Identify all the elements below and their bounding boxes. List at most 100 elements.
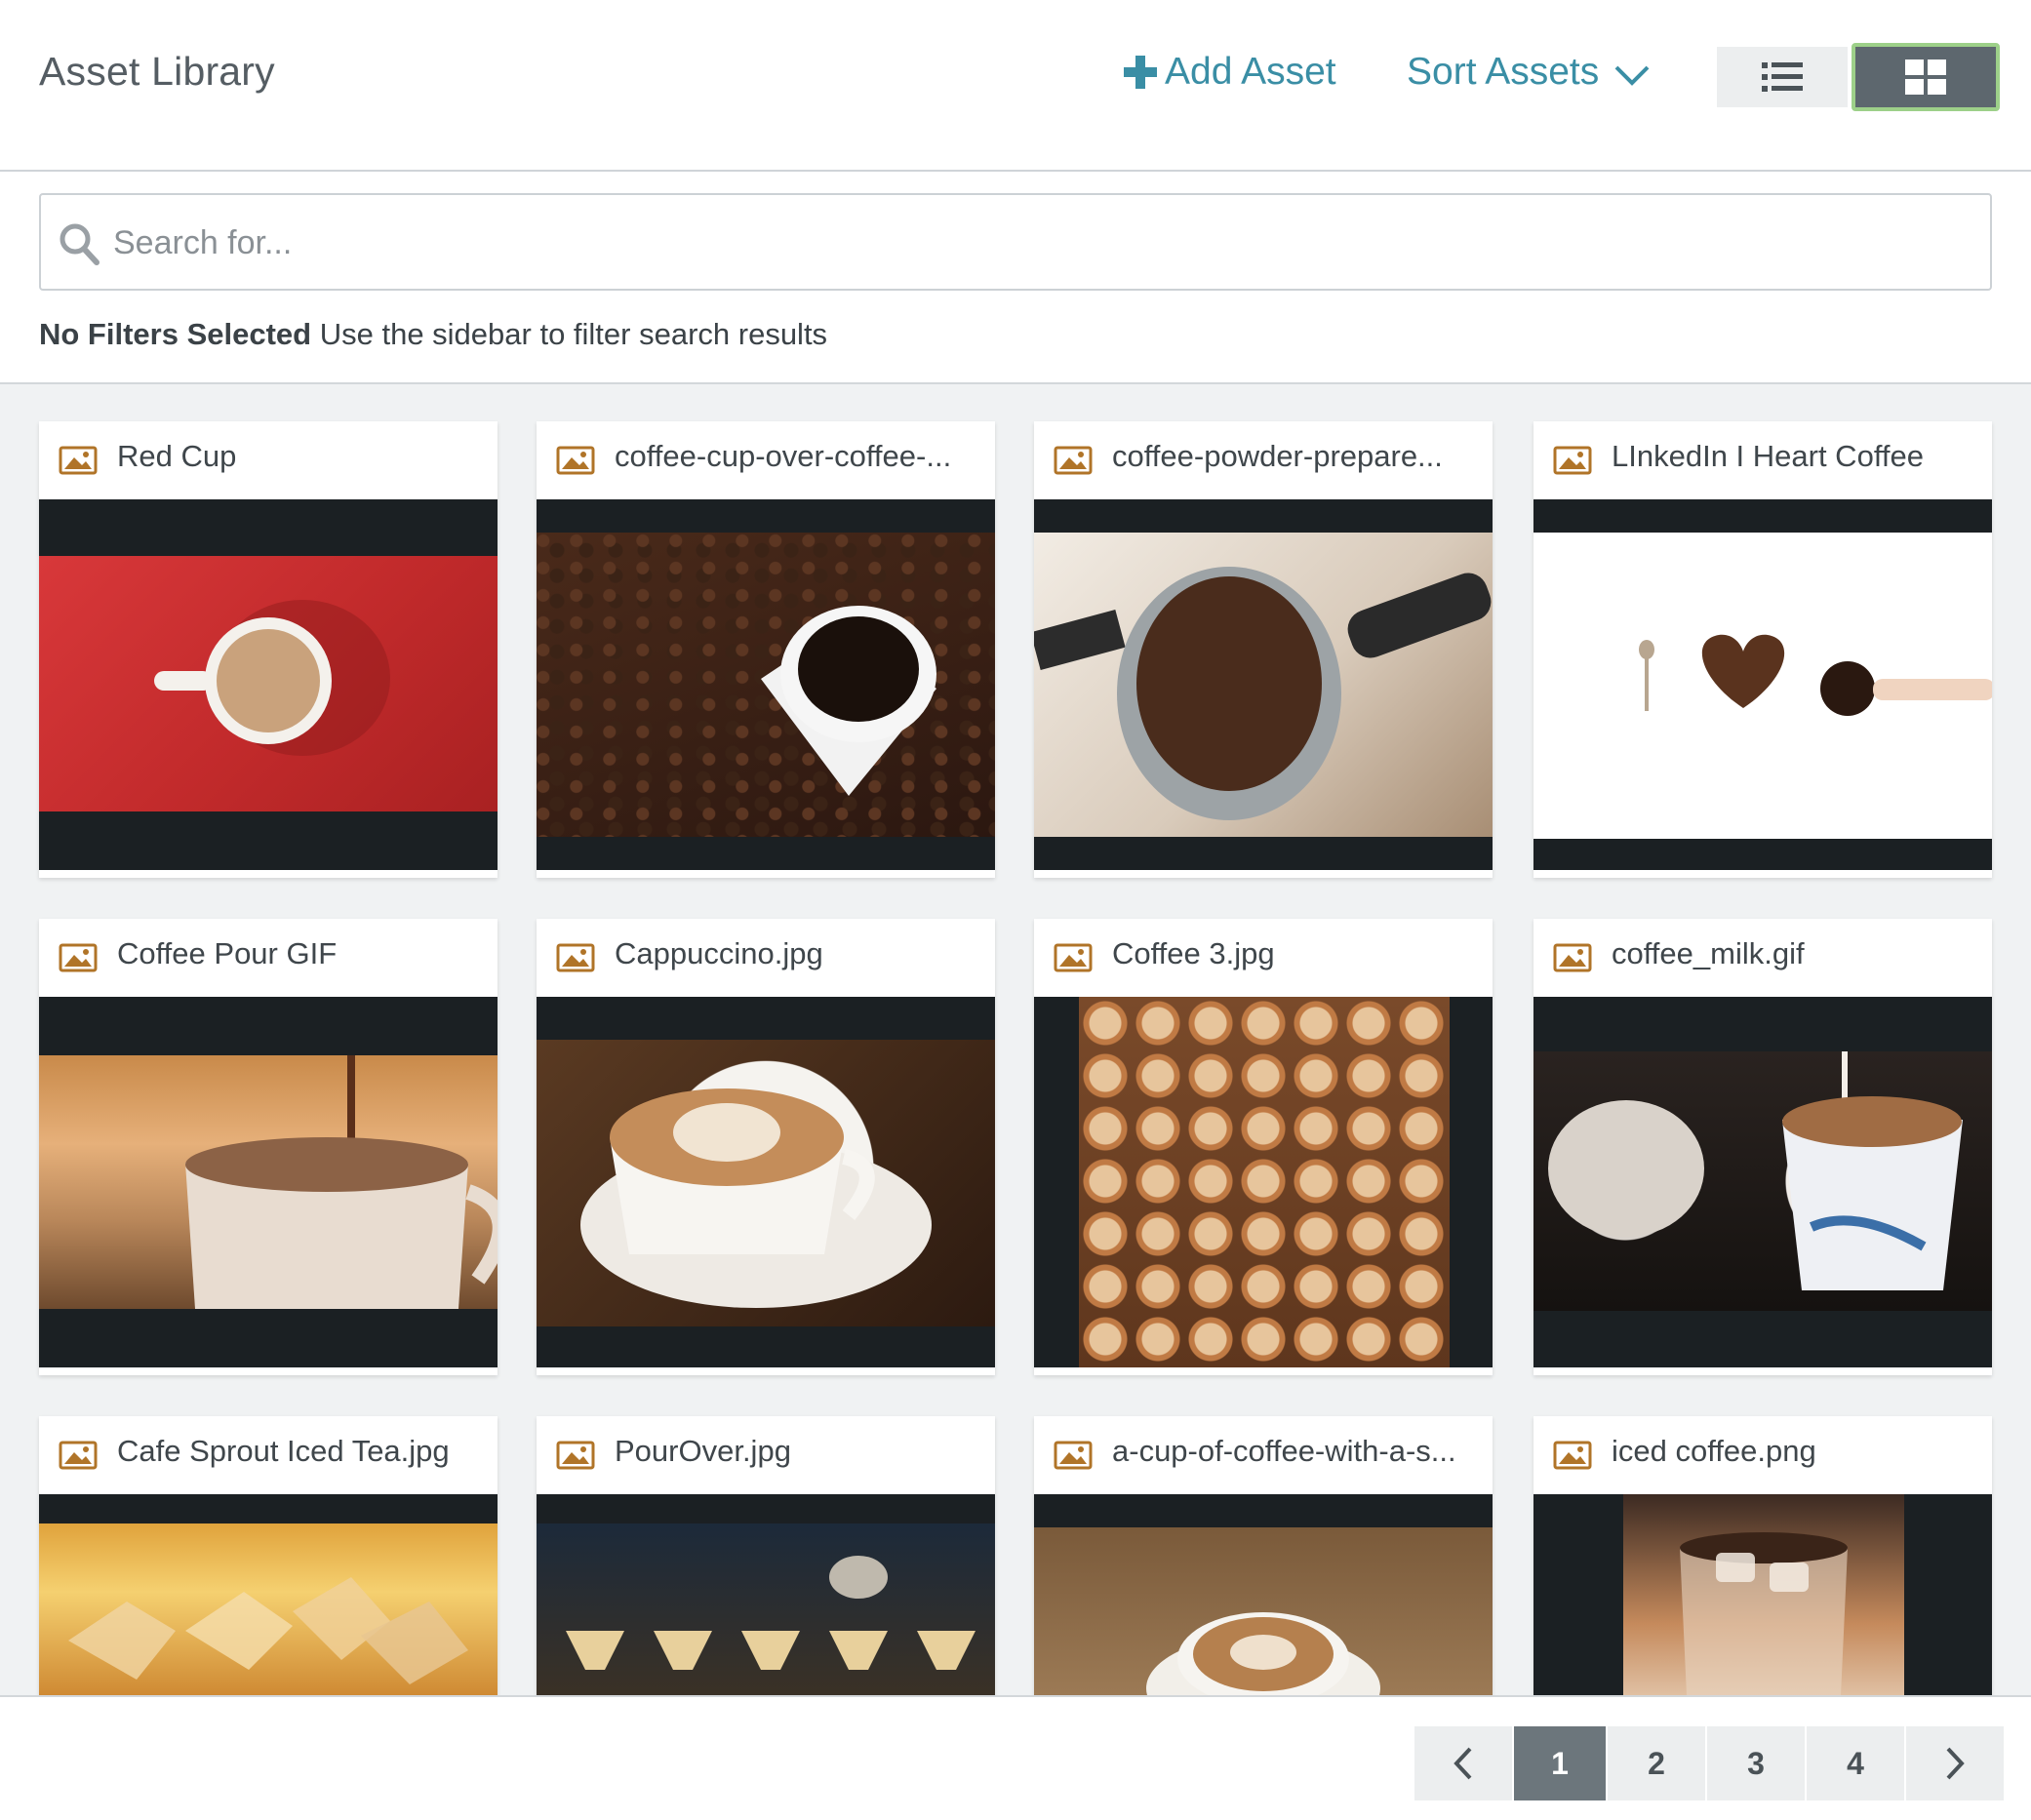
asset-thumbnail — [1533, 1494, 1992, 1695]
asset-title: a-cup-of-coffee-with-a-s... — [1112, 1434, 1456, 1468]
asset-card-header: Coffee Pour GIF — [39, 919, 498, 997]
asset-card[interactable]: LInkedIn I Heart Coffee — [1533, 421, 1992, 878]
image-icon — [556, 1441, 595, 1470]
header-bar: Asset Library Add Asset Sort Assets — [0, 0, 2031, 172]
thumbnail-image — [537, 1040, 995, 1326]
asset-card-header: Cafe Sprout Iced Tea.jpg — [39, 1416, 498, 1494]
asset-thumbnail — [537, 499, 995, 870]
page-button-1[interactable]: 1 — [1514, 1726, 1606, 1800]
asset-card-header: Cappuccino.jpg — [537, 919, 995, 997]
next-page-button[interactable] — [1906, 1726, 2004, 1800]
asset-title: LInkedIn I Heart Coffee — [1612, 439, 1924, 473]
asset-title: Cappuccino.jpg — [615, 936, 823, 970]
thumbnail-image — [1034, 1527, 1493, 1695]
asset-thumbnail — [537, 1494, 995, 1695]
thumbnail-image — [1533, 1051, 1992, 1311]
page-title: Asset Library — [39, 49, 275, 94]
asset-title: coffee-cup-over-coffee-... — [615, 439, 952, 473]
sort-assets-label: Sort Assets — [1407, 51, 1600, 93]
asset-title: Cafe Sprout Iced Tea.jpg — [117, 1434, 450, 1468]
asset-card-header: coffee-cup-over-coffee-... — [537, 421, 995, 499]
asset-card[interactable]: coffee_milk.gif — [1533, 919, 1992, 1375]
asset-card[interactable]: Coffee 3.jpg — [1034, 919, 1493, 1375]
asset-card[interactable]: coffee-cup-over-coffee-... — [537, 421, 995, 878]
asset-card[interactable]: coffee-powder-prepare... — [1034, 421, 1493, 878]
asset-thumbnail — [1533, 997, 1992, 1367]
portafilter-illustration — [1034, 567, 1492, 820]
image-icon — [1054, 446, 1093, 475]
list-view-button[interactable] — [1717, 47, 1848, 107]
asset-card[interactable]: Cafe Sprout Iced Tea.jpg — [39, 1416, 498, 1695]
footer-bar: 1 2 3 4 — [0, 1695, 2031, 1820]
coffee-cup-illustration — [761, 606, 936, 796]
grid-view-button[interactable] — [1852, 43, 2000, 111]
asset-card-header: a-cup-of-coffee-with-a-s... — [1034, 1416, 1493, 1494]
chevron-left-icon — [1454, 1747, 1472, 1780]
heart-coffee-illustration — [1639, 634, 1992, 716]
search-box — [39, 193, 1992, 291]
thumbnail-image — [39, 556, 498, 811]
red-cup-illustration — [154, 600, 390, 756]
cappuccino-illustration — [580, 1088, 932, 1308]
coffee-milk-illustration — [1548, 1051, 1963, 1290]
image-icon — [59, 446, 98, 475]
thumbnail-image — [1079, 997, 1450, 1367]
asset-card[interactable]: a-cup-of-coffee-with-a-s... — [1034, 1416, 1493, 1695]
filter-status-hint: Use the sidebar to filter search results — [319, 317, 828, 351]
asset-card[interactable]: Cappuccino.jpg — [537, 919, 995, 1375]
asset-grid: Red Cup coffee-cup-over-coffee-... coffe… — [0, 384, 2031, 1695]
image-icon — [1553, 943, 1592, 972]
asset-card-header: coffee-powder-prepare... — [1034, 421, 1493, 499]
asset-card-header: Coffee 3.jpg — [1034, 919, 1493, 997]
thumbnail-image — [537, 1523, 995, 1695]
pagination: 1 2 3 4 — [1414, 1726, 2006, 1800]
page-button-4[interactable]: 4 — [1807, 1726, 1904, 1800]
asset-library-page: Asset Library Add Asset Sort Assets Sear… — [0, 0, 2031, 1820]
thumbnail-image — [537, 533, 995, 837]
prev-page-button[interactable] — [1414, 1726, 1512, 1800]
image-icon — [1054, 1441, 1093, 1470]
chevron-down-icon — [1614, 65, 1650, 86]
coffee-pour-illustration — [185, 1055, 498, 1309]
asset-card[interactable]: iced coffee.png — [1533, 1416, 1992, 1695]
asset-title: coffee_milk.gif — [1612, 936, 1805, 970]
asset-thumbnail — [39, 1494, 498, 1695]
asset-card[interactable]: Coffee Pour GIF — [39, 919, 498, 1375]
asset-card[interactable]: Red Cup — [39, 421, 498, 878]
filter-status-bold: No Filters Selected — [39, 317, 312, 351]
search-input[interactable] — [113, 217, 1967, 269]
image-icon — [1553, 446, 1592, 475]
asset-title: coffee-powder-prepare... — [1112, 439, 1443, 473]
chevron-right-icon — [1946, 1747, 1965, 1780]
asset-title: iced coffee.png — [1612, 1434, 1816, 1468]
add-asset-button[interactable]: Add Asset — [1122, 51, 1336, 94]
asset-title: Red Cup — [117, 439, 237, 473]
page-button-3[interactable]: 3 — [1707, 1726, 1805, 1800]
asset-thumbnail — [1034, 997, 1493, 1367]
add-asset-label: Add Asset — [1165, 51, 1336, 93]
image-icon — [59, 943, 98, 972]
asset-card[interactable]: PourOver.jpg — [537, 1416, 995, 1695]
image-icon — [556, 943, 595, 972]
thumbnail-image — [39, 1523, 498, 1695]
sort-assets-dropdown[interactable]: Sort Assets — [1407, 51, 1652, 94]
iced-coffee-illustration — [1680, 1532, 1848, 1695]
asset-thumbnail — [537, 997, 995, 1367]
page-button-2[interactable]: 2 — [1608, 1726, 1705, 1800]
thumbnail-image — [1623, 1494, 1904, 1695]
asset-thumbnail — [1034, 1494, 1493, 1695]
asset-card-header: LInkedIn I Heart Coffee — [1533, 421, 1992, 499]
thumbnail-image — [1533, 533, 1992, 839]
image-icon — [1054, 943, 1093, 972]
image-icon — [556, 446, 595, 475]
asset-card-header: coffee_milk.gif — [1533, 919, 1992, 997]
asset-card-header: Red Cup — [39, 421, 498, 499]
image-icon — [1553, 1441, 1592, 1470]
plus-icon — [1124, 56, 1157, 89]
iced-tea-illustration — [68, 1577, 468, 1684]
asset-title: PourOver.jpg — [615, 1434, 791, 1468]
grid-icon — [1905, 59, 1946, 95]
asset-thumbnail — [1533, 499, 1992, 870]
thumbnail-image — [1034, 533, 1493, 837]
asset-card-header: PourOver.jpg — [537, 1416, 995, 1494]
